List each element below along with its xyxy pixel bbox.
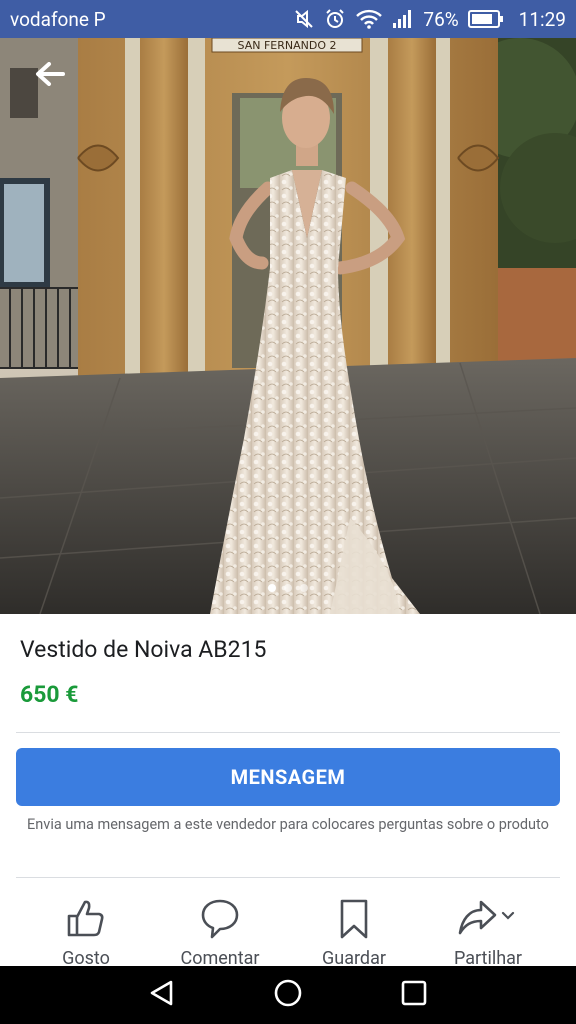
listing-price: 650 € [20,681,79,708]
save-button[interactable]: Guardar [287,878,421,969]
home-nav-icon [272,977,304,1013]
share-button[interactable]: Partilhar [421,878,555,969]
bookmark-icon [339,898,369,944]
thumbs-up-icon [65,898,107,942]
arrow-left-icon [35,62,65,90]
listing-title: Vestido de Noiva AB215 [20,636,267,663]
photo-dot-1[interactable] [268,584,276,592]
status-bar: vodafone P 76% 11:29 [0,0,576,38]
photo-dot-2[interactable] [284,584,292,592]
battery-percent: 76% [423,7,459,31]
wedding-dress-photo: SAN FERNANDO 2 [0,38,576,614]
street-sign-text: SAN FERNANDO 2 [238,39,337,52]
wifi-icon [355,8,383,30]
divider [16,732,560,733]
nav-home-button[interactable] [268,975,308,1015]
recents-nav-icon [399,978,429,1012]
comment-button[interactable]: Comentar [153,878,287,969]
battery-icon [467,9,504,29]
action-bar: Gosto Comentar Guardar Partilhar [0,878,576,969]
carrier-name: vodafone P [10,7,106,31]
mute-icon [293,8,315,30]
back-nav-icon [147,978,177,1012]
clock: 11:29 [518,7,566,31]
photo-pagination [0,584,576,592]
product-photo[interactable]: SAN FERNANDO 2 [0,38,576,614]
alarm-icon [324,8,346,30]
back-button[interactable] [30,58,70,94]
photo-dot-3[interactable] [300,584,308,592]
nav-back-button[interactable] [142,975,182,1015]
system-nav-bar [0,966,576,1024]
comment-icon [200,898,240,944]
listing-page: vodafone P 76% 11:29 SAN FERNANDO 2 Vest… [0,0,576,1024]
message-button[interactable]: MENSAGEM [16,748,560,806]
message-hint: Envia uma mensagem a este vendedor para … [27,816,549,833]
like-button[interactable]: Gosto [19,878,153,969]
share-icon [457,898,519,942]
nav-recents-button[interactable] [394,975,434,1015]
signal-icon [392,9,414,29]
